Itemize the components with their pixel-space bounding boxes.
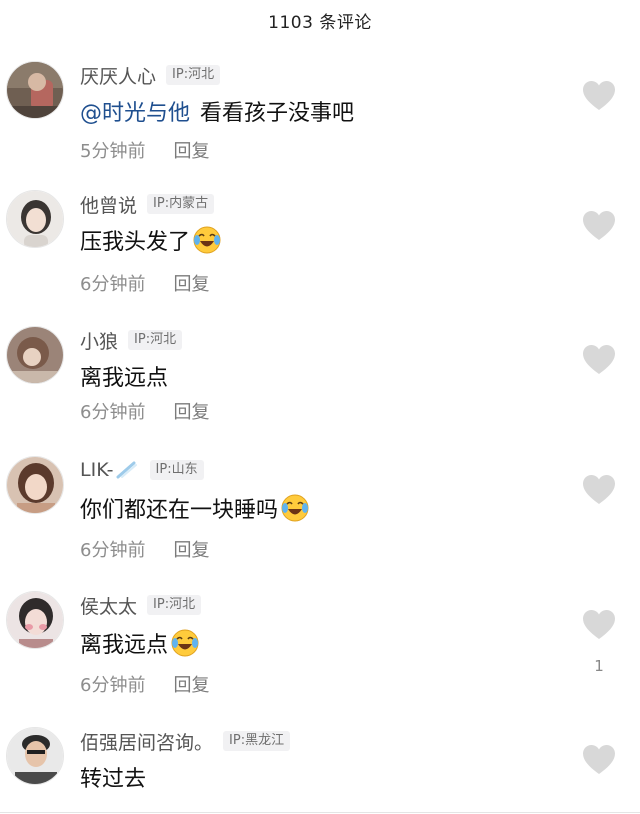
- username[interactable]: 侯太太: [80, 592, 137, 619]
- avatar-photo-icon: [7, 592, 63, 648]
- avatar[interactable]: [6, 190, 64, 248]
- heart-icon: [583, 345, 615, 374]
- comment-meta: 6分钟前 回复: [80, 398, 209, 424]
- avatar-photo-icon: [7, 62, 63, 118]
- avatar-photo-icon: [7, 191, 63, 247]
- heart-icon: [583, 745, 615, 774]
- ip-location-badge: IP:山东: [149, 460, 204, 480]
- laughing-crying-emoji-icon: [171, 629, 199, 657]
- divider: [0, 812, 640, 813]
- username[interactable]: LIK-: [80, 459, 114, 481]
- comment-text: 离我远点: [80, 360, 168, 392]
- laughing-crying-emoji-icon: [193, 226, 221, 254]
- reply-button[interactable]: 回复: [173, 398, 209, 424]
- ip-location-badge: IP:黑龙江: [223, 731, 291, 751]
- comment-meta: 6分钟前 回复: [80, 536, 209, 562]
- comment-item: 佰强居间咨询。 IP:黑龙江 转过去: [0, 727, 640, 811]
- avatar[interactable]: [6, 591, 64, 649]
- comment-text: 你们都还在一块睡吗: [80, 492, 310, 524]
- comment-text: @时光与他 看看孩子没事吧: [80, 95, 354, 127]
- ip-location-badge: IP:内蒙古: [147, 194, 215, 214]
- ip-location-badge: IP:河北: [128, 330, 183, 350]
- username[interactable]: 小狼: [80, 327, 118, 354]
- ip-location-badge: IP:河北: [147, 595, 202, 615]
- comment-item: 厌厌人心 IP:河北 @时光与他 看看孩子没事吧 5分钟前 回复: [0, 61, 640, 191]
- heart-icon: [583, 475, 615, 504]
- avatar[interactable]: [6, 326, 64, 384]
- comment-time: 6分钟前: [80, 274, 146, 295]
- comment-meta: 6分钟前 回复: [80, 270, 209, 296]
- comment-item: LIK- IP:山东 你们都还在一块睡吗 6分钟前 回复: [0, 456, 640, 586]
- comment-header: LIK- IP:山东: [80, 456, 204, 484]
- comment-text: 压我头发了: [80, 224, 222, 256]
- comment-text: 转过去: [80, 761, 146, 793]
- comment-item: 侯太太 IP:河北 离我远点 6分钟前 回复 1: [0, 591, 640, 721]
- comment-item: 他曾说 IP:内蒙古 压我头发了 6分钟前 回复: [0, 190, 640, 320]
- comment-count-title: 1103 条评论: [268, 12, 372, 33]
- comment-header: 厌厌人心 IP:河北: [80, 61, 221, 89]
- reply-button[interactable]: 回复: [173, 536, 209, 562]
- like-button[interactable]: [582, 744, 616, 776]
- ip-location-badge: IP:河北: [166, 65, 221, 85]
- comment-time: 5分钟前: [80, 141, 146, 162]
- avatar-photo-icon: [7, 327, 63, 383]
- laughing-crying-emoji-icon: [281, 494, 309, 522]
- like-count: 1: [594, 657, 604, 675]
- avatar[interactable]: [6, 456, 64, 514]
- comment-header: 侯太太 IP:河北: [80, 591, 202, 619]
- like-button[interactable]: [582, 344, 616, 376]
- reply-button[interactable]: 回复: [173, 137, 209, 163]
- heart-icon: [583, 81, 615, 110]
- comment-time: 6分钟前: [80, 675, 146, 696]
- like-button[interactable]: [582, 210, 616, 242]
- like-button[interactable]: [582, 80, 616, 112]
- avatar-photo-icon: [7, 457, 63, 513]
- sparkle-decoration-icon: [116, 461, 137, 479]
- comment-time: 6分钟前: [80, 540, 146, 561]
- comment-header: 佰强居间咨询。 IP:黑龙江: [80, 727, 291, 755]
- username[interactable]: 厌厌人心: [80, 62, 156, 89]
- comment-body: 看看孩子没事吧: [200, 101, 355, 126]
- comment-body: 离我远点: [80, 366, 169, 391]
- comments-header: 1103 条评论: [0, 0, 640, 40]
- reply-button[interactable]: 回复: [173, 671, 209, 697]
- heart-icon: [583, 211, 615, 240]
- avatar[interactable]: [6, 727, 64, 785]
- comment-body: 离我远点: [80, 633, 169, 658]
- comment-meta: 6分钟前 回复: [80, 671, 209, 697]
- comment-text: 离我远点: [80, 627, 200, 659]
- like-button[interactable]: [582, 609, 616, 641]
- comment-header: 他曾说 IP:内蒙古: [80, 190, 215, 218]
- comment-body: 你们都还在一块睡吗: [80, 498, 279, 523]
- username[interactable]: 他曾说: [80, 191, 137, 218]
- reply-button[interactable]: 回复: [173, 270, 209, 296]
- mention-link[interactable]: @时光与他: [80, 95, 190, 127]
- like-button[interactable]: [582, 474, 616, 506]
- avatar-photo-icon: [7, 728, 63, 784]
- heart-icon: [583, 610, 615, 639]
- comment-time: 6分钟前: [80, 402, 146, 423]
- username[interactable]: 佰强居间咨询。: [80, 728, 213, 755]
- comment-meta: 5分钟前 回复: [80, 137, 209, 163]
- comments-page: 1103 条评论 厌厌人心 IP:河北 @时光与他 看看孩子没事吧 5分钟前 回…: [0, 0, 640, 814]
- comment-item: 小狼 IP:河北 离我远点 6分钟前 回复: [0, 326, 640, 456]
- comment-header: 小狼 IP:河北: [80, 326, 183, 354]
- avatar[interactable]: [6, 61, 64, 119]
- comment-body: 压我头发了: [80, 230, 191, 255]
- comment-body: 转过去: [80, 767, 147, 792]
